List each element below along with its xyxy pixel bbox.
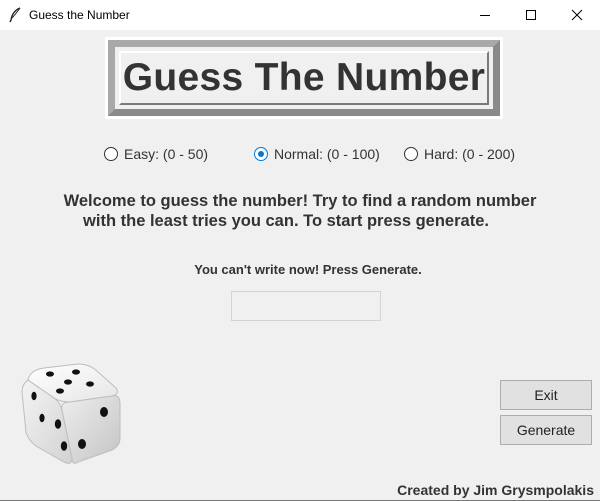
difficulty-label-normal: Normal: (0 - 100) (274, 146, 380, 162)
radio-unchecked-icon[interactable] (404, 147, 418, 161)
welcome-line-2: with the least tries you can. To start p… (83, 212, 489, 230)
window-title: Guess the Number (29, 8, 130, 22)
welcome-message: Welcome to guess the number! Try to find… (40, 191, 560, 231)
credit-text: Created by Jim Grysmpolakis (397, 482, 594, 498)
status-message: You can't write now! Press Generate. (194, 262, 422, 277)
app-window: Guess the Number Guess The Number Easy: … (0, 0, 600, 501)
difficulty-label-easy: Easy: (0 - 50) (124, 146, 209, 162)
close-button[interactable] (554, 0, 600, 30)
close-icon (571, 9, 583, 21)
generate-button[interactable]: Generate (500, 415, 592, 445)
difficulty-label-hard: Hard: (0 - 200) (424, 146, 516, 162)
radio-checked-icon[interactable] (254, 147, 268, 161)
feather-icon (8, 7, 22, 23)
title-bar[interactable]: Guess the Number (0, 0, 600, 30)
welcome-line-1: Welcome to guess the number! Try to find… (63, 192, 537, 210)
page-title: Guess The Number (122, 56, 486, 99)
headline-frame: Guess The Number (105, 37, 503, 119)
guess-input[interactable] (231, 291, 381, 321)
minimize-icon (480, 15, 490, 16)
radio-unchecked-icon[interactable] (104, 147, 118, 161)
minimize-button[interactable] (462, 0, 508, 30)
dice-icon (21, 363, 121, 464)
difficulty-radio-hard[interactable]: Hard: (0 - 200) (404, 144, 515, 164)
difficulty-radio-group: Easy: (0 - 50) Normal: (0 - 100) Hard: (… (0, 144, 600, 164)
maximize-button[interactable] (508, 0, 554, 30)
maximize-icon (526, 10, 536, 20)
exit-button[interactable]: Exit (500, 380, 592, 410)
difficulty-radio-easy[interactable]: Easy: (0 - 50) (104, 144, 208, 164)
difficulty-radio-normal[interactable]: Normal: (0 - 100) (254, 144, 380, 164)
